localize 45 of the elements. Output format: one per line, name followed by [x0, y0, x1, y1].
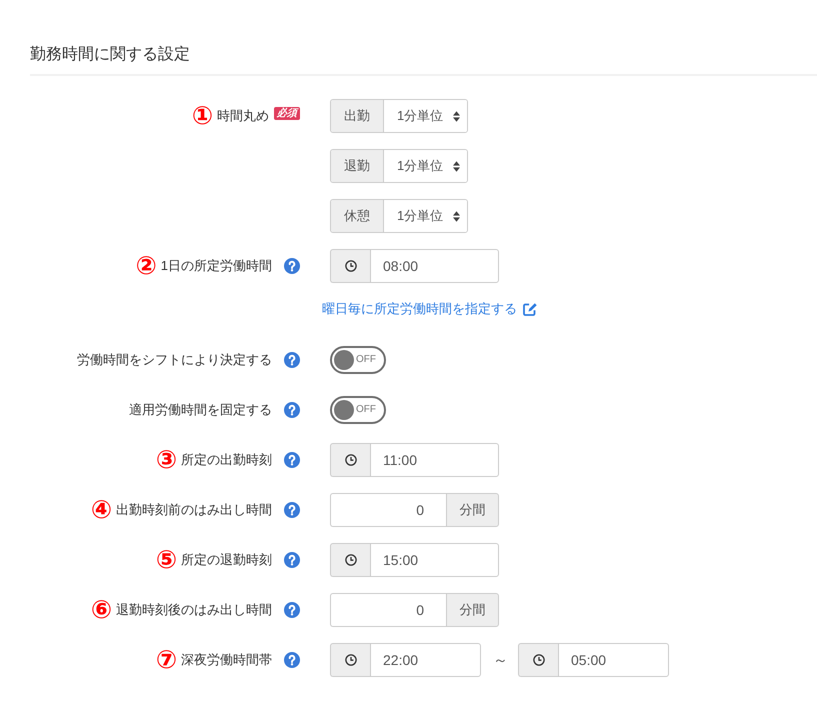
field-label: 1日の所定労働時間 — [160, 257, 272, 275]
time-input[interactable]: 22:00 — [370, 643, 481, 677]
help-icon[interactable] — [284, 452, 300, 468]
weekday-hours-link[interactable]: 曜日毎に所定労働時間を指定する — [322, 300, 517, 318]
field-label: 労働時間をシフトにより決定する — [77, 351, 272, 369]
minutes-input[interactable]: 0 — [330, 493, 446, 527]
clock-icon — [344, 260, 356, 272]
help-icon[interactable] — [284, 552, 300, 568]
section-title: 勤務時間に関する設定 — [30, 44, 191, 65]
step-number: ⑤ — [156, 546, 177, 574]
time-input[interactable]: 15:00 — [370, 543, 499, 577]
step-number: ③ — [156, 446, 177, 474]
help-icon[interactable] — [284, 352, 300, 368]
step-number: ② — [136, 252, 157, 280]
field-label: 適用労働時間を固定する — [129, 401, 272, 419]
field-label: 所定の退勤時刻 — [181, 551, 272, 569]
toggle-switch[interactable]: OFF — [330, 396, 386, 424]
field-label: 所定の出勤時刻 — [181, 451, 272, 469]
step-number: ⑥ — [90, 596, 112, 624]
unit-addon: 分間 — [446, 593, 499, 627]
field-label: 深夜労働時間帯 — [181, 651, 272, 669]
help-icon[interactable] — [284, 258, 300, 274]
edit-icon[interactable] — [523, 302, 537, 316]
step-number: ① — [192, 102, 213, 130]
field-label: 出勤時刻前のはみ出し時間 — [116, 501, 272, 519]
time-input[interactable]: 08:00 — [370, 249, 499, 283]
step-number: ④ — [90, 496, 112, 524]
help-icon[interactable] — [284, 502, 300, 518]
clock-icon — [532, 654, 544, 666]
help-icon[interactable] — [284, 652, 300, 668]
clock-icon — [344, 654, 356, 666]
field-label: 時間丸め — [217, 107, 269, 125]
toggle-switch[interactable]: OFF — [330, 346, 386, 374]
field-label: 退勤時刻後のはみ出し時間 — [116, 601, 272, 619]
required-badge: 必須 — [274, 106, 300, 120]
time-input[interactable]: 05:00 — [558, 643, 669, 677]
clock-icon — [344, 454, 356, 466]
help-icon[interactable] — [284, 402, 300, 418]
help-icon[interactable] — [284, 602, 300, 618]
unit-addon: 分間 — [446, 493, 499, 527]
time-input[interactable]: 11:00 — [370, 443, 499, 477]
step-number: ⑦ — [156, 646, 177, 674]
minutes-input[interactable]: 0 — [330, 593, 446, 627]
clock-icon — [344, 554, 356, 566]
range-separator: ～ — [493, 650, 508, 670]
